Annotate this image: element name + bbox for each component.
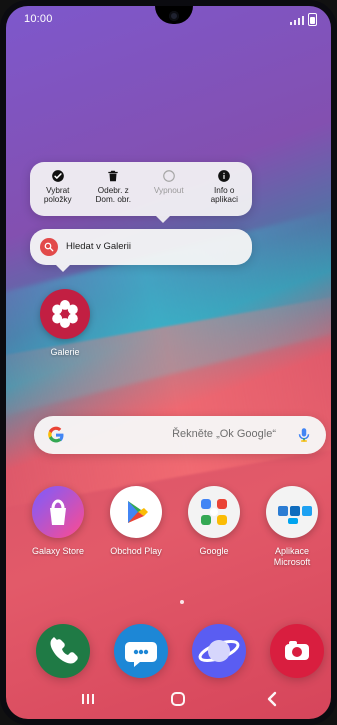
home-icon bbox=[166, 689, 190, 714]
ctx-disable: Vypnout bbox=[141, 162, 197, 216]
home-screen: 10:00 Vybrat položky Odebr. z Dom. obr. … bbox=[6, 6, 331, 719]
shopping-bag-icon bbox=[32, 486, 84, 538]
front-camera-notch bbox=[155, 6, 193, 24]
navigation-bar bbox=[6, 679, 331, 719]
gallery-label: Galerie bbox=[50, 347, 80, 357]
home-button[interactable] bbox=[166, 691, 190, 711]
app-label: Galaxy Store bbox=[31, 546, 85, 556]
dock-internet[interactable] bbox=[192, 624, 246, 678]
flower-icon bbox=[40, 289, 90, 339]
search-icon bbox=[40, 238, 58, 256]
microsoft-folder-icon bbox=[266, 486, 318, 538]
google-g-icon bbox=[46, 425, 66, 445]
dock-phone[interactable] bbox=[36, 624, 90, 678]
dock-camera[interactable] bbox=[270, 624, 324, 678]
info-icon bbox=[217, 169, 231, 183]
signal-icon bbox=[290, 15, 304, 25]
ctx-label: Vybrat položky bbox=[43, 186, 72, 204]
empty-circle-icon bbox=[162, 169, 176, 183]
app-shortcut[interactable]: Hledat v Galerii bbox=[30, 229, 252, 265]
ctx-remove-from-home[interactable]: Odebr. z Dom. obr. bbox=[86, 162, 142, 216]
back-button[interactable] bbox=[261, 691, 285, 711]
play-store-icon bbox=[110, 486, 162, 538]
mic-icon[interactable] bbox=[295, 426, 313, 444]
context-menu-pointer bbox=[156, 216, 170, 223]
recents-button[interactable] bbox=[76, 691, 100, 711]
ctx-label: Info o aplikaci bbox=[210, 186, 238, 204]
camera-icon bbox=[270, 624, 324, 678]
recents-icon bbox=[76, 689, 100, 714]
trash-icon bbox=[106, 169, 120, 183]
google-folder-icon bbox=[188, 486, 240, 538]
dock-messages[interactable] bbox=[114, 624, 168, 678]
app-google[interactable]: Google bbox=[180, 486, 248, 578]
app-aplikace-microsoft[interactable]: Aplikace Microsoft bbox=[258, 486, 326, 578]
phone-icon bbox=[36, 624, 90, 678]
battery-icon bbox=[308, 13, 317, 26]
check-circle-icon bbox=[51, 169, 65, 183]
back-icon bbox=[261, 689, 285, 714]
google-search-bar[interactable]: Řekněte „Ok Google“ bbox=[34, 416, 326, 454]
system-icons bbox=[290, 13, 317, 26]
app-label: Aplikace Microsoft bbox=[273, 546, 311, 567]
ctx-label: Vypnout bbox=[153, 186, 184, 195]
status-bar: 10:00 bbox=[6, 6, 331, 32]
app-galaxy-store[interactable]: Galaxy Store bbox=[24, 486, 92, 578]
ctx-app-info[interactable]: Info o aplikaci bbox=[197, 162, 253, 216]
app-label: Obchod Play bbox=[110, 546, 162, 556]
camera-lens-icon bbox=[169, 11, 179, 21]
context-menu: Vybrat položky Odebr. z Dom. obr. Vypnou… bbox=[30, 162, 252, 216]
gallery-app[interactable]: Galerie bbox=[40, 289, 98, 365]
ctx-label: Odebr. z Dom. obr. bbox=[95, 186, 132, 204]
phone-frame: 10:00 Vybrat položky Odebr. z Dom. obr. … bbox=[0, 0, 337, 725]
shortcut-label: Hledat v Galerii bbox=[66, 241, 131, 252]
app-label: Google bbox=[199, 546, 229, 556]
page-indicator bbox=[180, 600, 184, 604]
app-obchod-play[interactable]: Obchod Play bbox=[102, 486, 170, 578]
planet-icon bbox=[192, 624, 246, 678]
shortcut-pointer bbox=[56, 265, 70, 272]
ctx-select-items[interactable]: Vybrat položky bbox=[30, 162, 86, 216]
google-bar-hint: Řekněte „Ok Google“ bbox=[172, 428, 276, 440]
status-time: 10:00 bbox=[24, 13, 53, 25]
chat-icon bbox=[114, 624, 168, 678]
